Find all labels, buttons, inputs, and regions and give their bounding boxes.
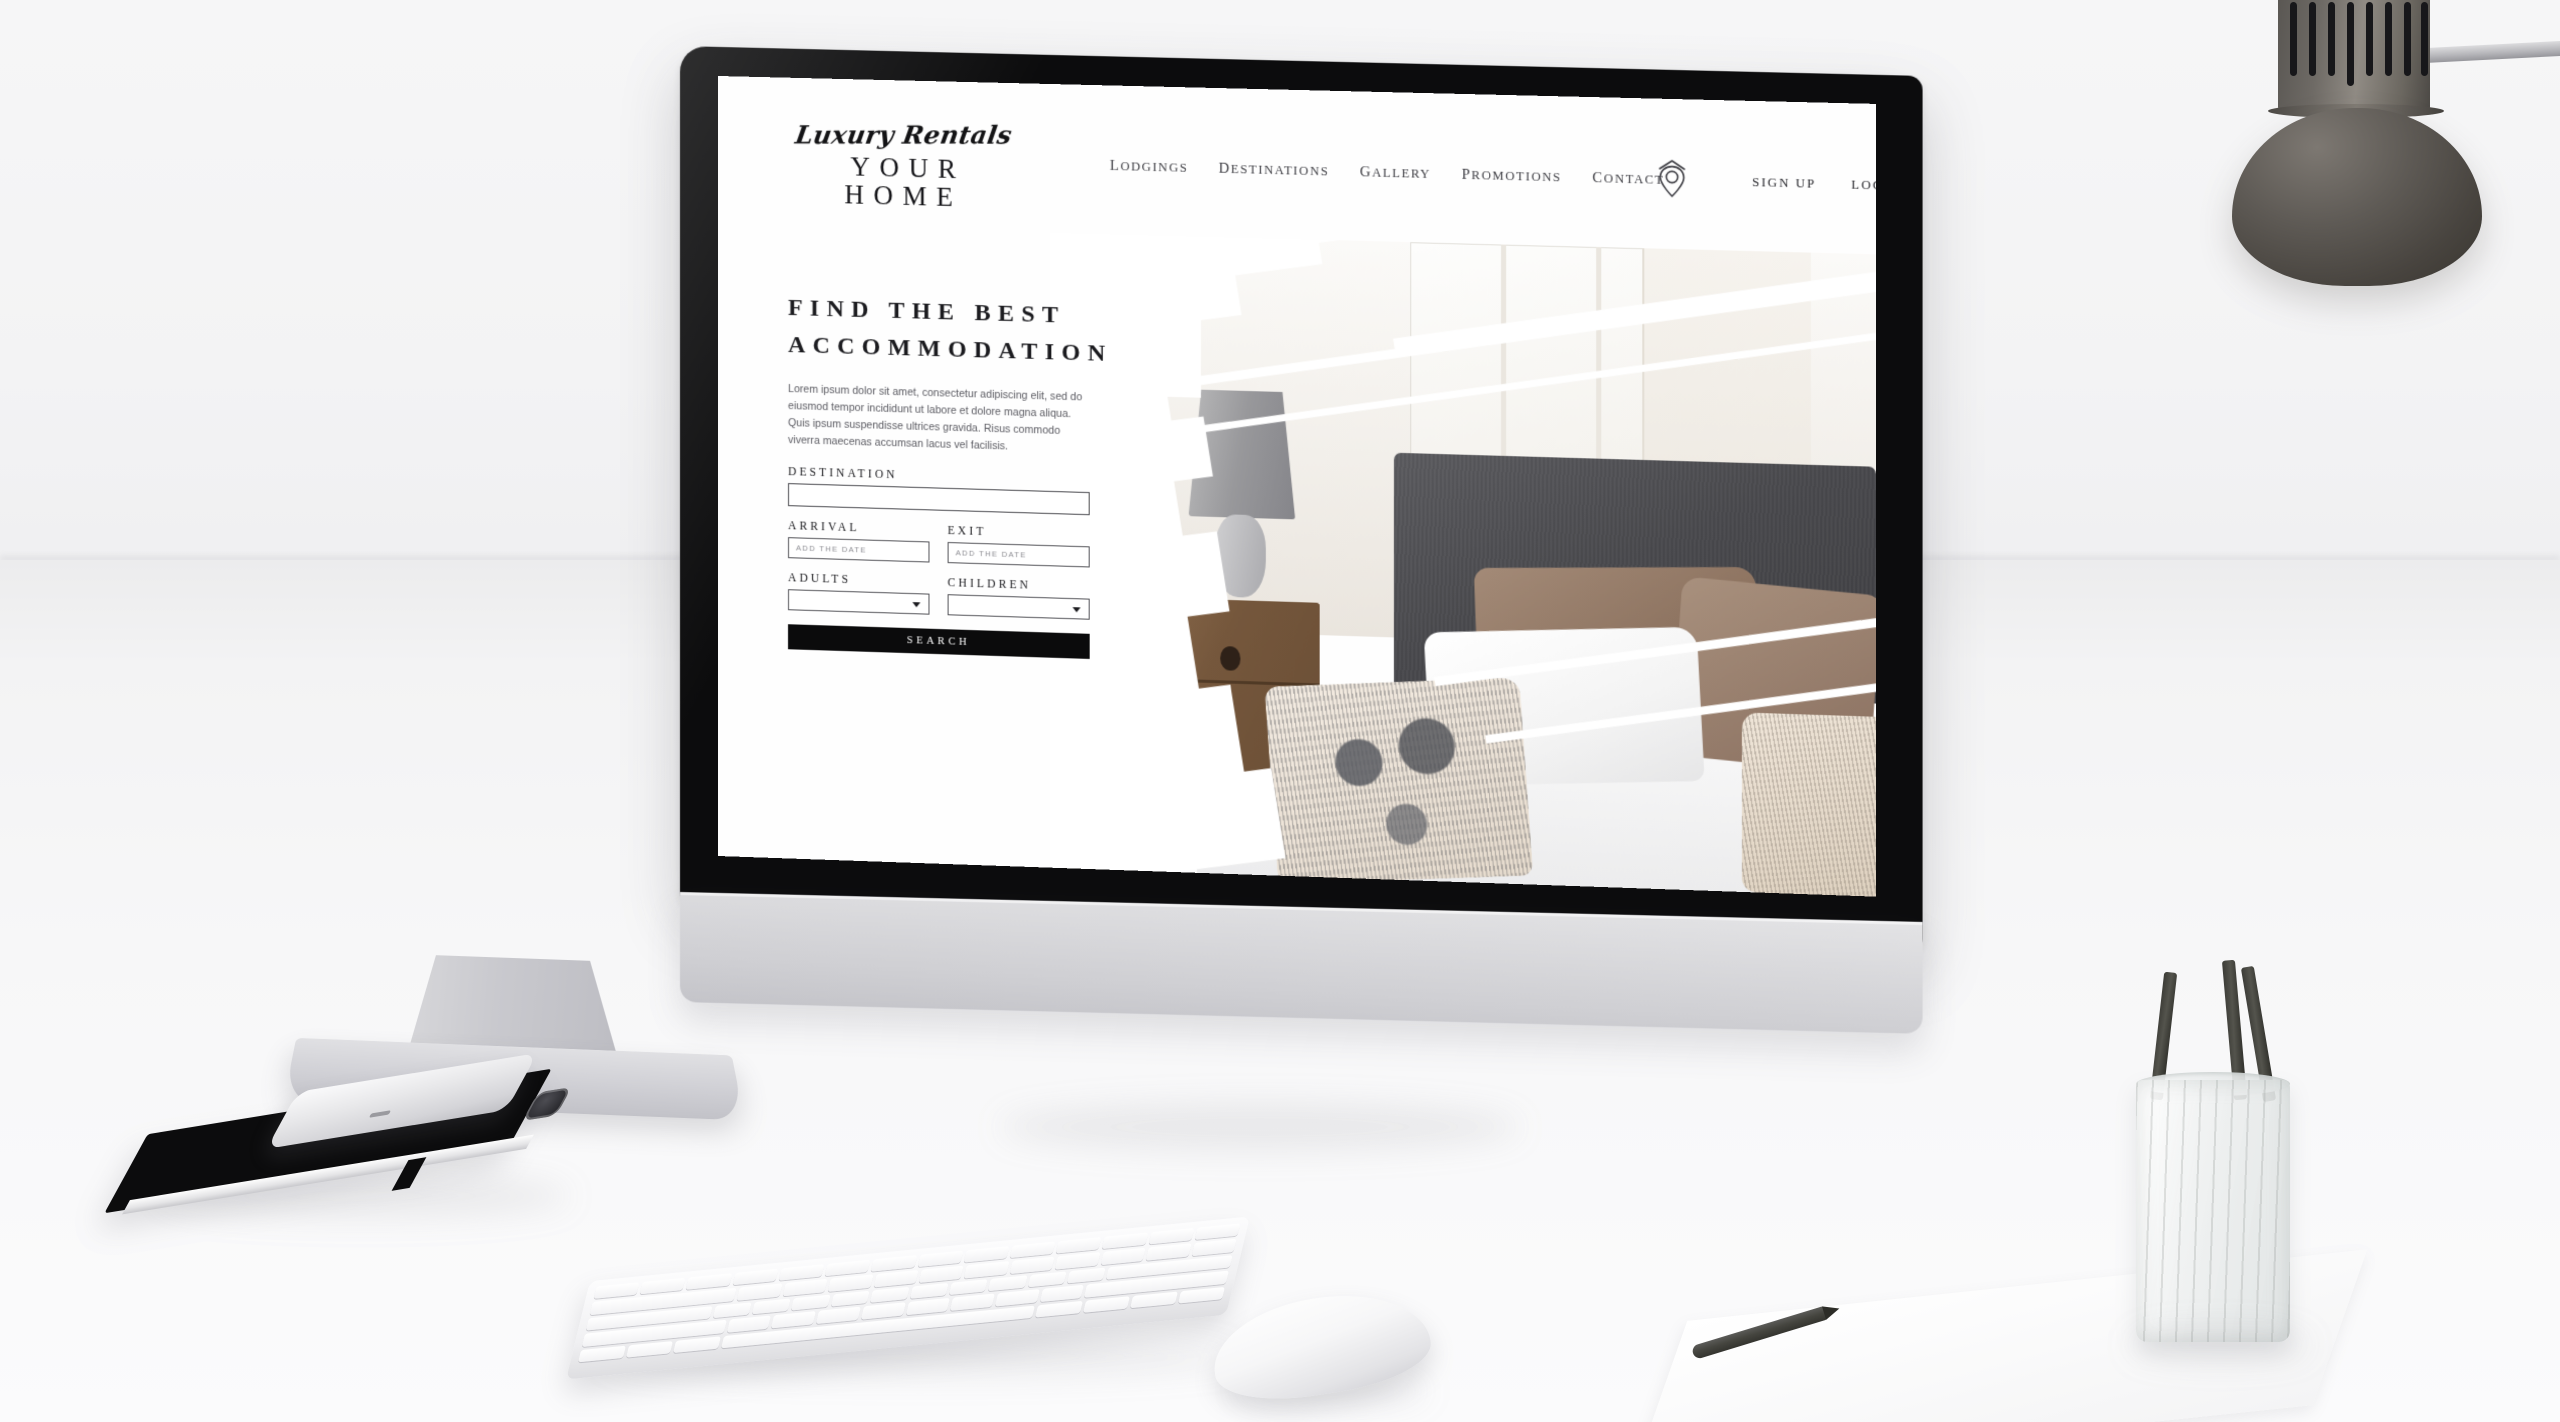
arrival-date-input[interactable]	[788, 537, 930, 563]
imac-computer: Luxury Rentals YOUR HOME Lodgings Destin…	[680, 46, 1923, 1034]
search-form: Destination Arrival Exit	[788, 466, 1090, 659]
nav-item-destinations[interactable]: Destinations	[1219, 161, 1330, 181]
hero-paragraph: Lorem ipsum dolor sit amet, consectetur …	[788, 382, 1083, 453]
chevron-down-icon	[1072, 606, 1081, 612]
website-page: Luxury Rentals YOUR HOME Lodgings Destin…	[718, 76, 1876, 897]
desk-scene-photo: Luxury Rentals YOUR HOME Lodgings Destin…	[0, 0, 2560, 1422]
children-label: Children	[947, 577, 1032, 592]
lamp-arm	[2411, 39, 2560, 64]
login-link[interactable]: Login	[1851, 177, 1875, 194]
hero-copy: Find the best accommodation Lorem ipsum …	[788, 274, 1113, 469]
brand-logo[interactable]: Luxury Rentals YOUR HOME	[788, 120, 1019, 214]
glass-pencil-cup	[2136, 1080, 2290, 1342]
destination-input[interactable]	[788, 483, 1090, 516]
stand-contact-shadow	[1000, 1104, 1520, 1150]
nav-item-promotions[interactable]: Promotions	[1462, 167, 1562, 187]
nav-item-lodgings[interactable]: Lodgings	[1110, 158, 1188, 177]
search-button[interactable]: Search	[788, 624, 1090, 659]
exit-date-input[interactable]	[947, 542, 1090, 568]
nav-item-gallery[interactable]: Gallery	[1360, 164, 1431, 183]
adults-select[interactable]	[788, 589, 930, 615]
children-value	[949, 595, 1089, 599]
brand-name-text: YOUR HOME	[844, 151, 966, 213]
chevron-down-icon	[912, 601, 921, 607]
lamp-shade	[2232, 108, 2482, 286]
monitor-screen: Luxury Rentals YOUR HOME Lodgings Destin…	[718, 76, 1876, 897]
cup-contact-shadow	[2130, 1330, 2310, 1360]
page-title: Find the best accommodation	[788, 294, 1113, 368]
signup-link[interactable]: Sign up	[1752, 175, 1816, 192]
main-navigation: Lodgings Destinations Gallery Promotions…	[1110, 158, 1665, 189]
adults-label: Adults	[788, 572, 852, 587]
arrival-label: Arrival	[788, 520, 860, 535]
site-header: Luxury Rentals YOUR HOME Lodgings Destin…	[718, 76, 1876, 234]
lamp-vent-housing	[2278, 0, 2430, 110]
hero-bedroom-photo	[1049, 232, 1876, 897]
location-pin-home-icon[interactable]	[1655, 157, 1690, 200]
auth-links: Sign up Login	[1752, 175, 1876, 194]
brand-script-text: Luxury Rentals	[793, 120, 1014, 150]
adults-value	[789, 590, 928, 594]
children-select[interactable]	[947, 594, 1090, 620]
exit-label: Exit	[947, 524, 987, 539]
desk-lamp	[2140, 0, 2560, 306]
